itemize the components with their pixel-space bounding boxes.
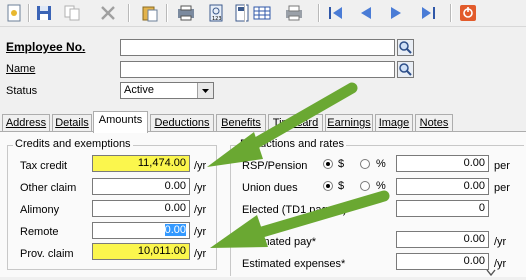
employee-no-field[interactable] bbox=[120, 39, 395, 56]
new-record-icon[interactable] bbox=[4, 3, 24, 23]
percent-label: % bbox=[376, 180, 386, 192]
credit-row-label: Other claim bbox=[20, 182, 77, 194]
rsp-field[interactable]: 0.00 bbox=[396, 155, 489, 172]
chevron-down-icon bbox=[197, 83, 213, 98]
est-exp-label: Estimated expenses* bbox=[242, 258, 346, 270]
credits-group-title: Credits and exemptions bbox=[13, 138, 133, 150]
svg-text:123: 123 bbox=[212, 16, 222, 22]
alimony-field[interactable]: 0.00 bbox=[92, 200, 190, 217]
est-pay-field[interactable]: 0.00 bbox=[396, 231, 489, 248]
dollar-label: $ bbox=[338, 180, 345, 192]
status-select[interactable]: Active bbox=[120, 82, 214, 99]
previous-record-icon[interactable] bbox=[356, 3, 376, 23]
save-icon[interactable] bbox=[34, 3, 54, 23]
elected-label: Elected (TD1 page 1) bbox=[242, 204, 347, 216]
union-label: Union dues bbox=[242, 182, 298, 194]
next-record-icon[interactable] bbox=[386, 3, 406, 23]
deductions-group-title: Deductions and rates bbox=[238, 138, 346, 150]
name-field[interactable] bbox=[120, 61, 395, 78]
calculator-icon[interactable]: 123 bbox=[206, 3, 226, 23]
toolbar: 123 bbox=[0, 0, 526, 27]
print-preview-icon[interactable] bbox=[176, 3, 196, 23]
status-label: Status bbox=[6, 85, 38, 97]
union-dollar-radio[interactable] bbox=[323, 181, 333, 191]
prov-claim-field[interactable]: 10,011.00 bbox=[92, 243, 190, 260]
elected-field[interactable]: 0 bbox=[396, 200, 489, 217]
other-claim-field[interactable]: 0.00 bbox=[92, 178, 190, 195]
remote-field[interactable]: 0.00 bbox=[92, 222, 190, 239]
union-percent-radio[interactable] bbox=[360, 181, 370, 191]
copy-icon[interactable] bbox=[62, 3, 82, 23]
exit-icon[interactable] bbox=[458, 3, 478, 23]
per-label: per bbox=[494, 160, 510, 172]
est-pay-label: Estimated pay* bbox=[242, 236, 316, 248]
est-exp-field[interactable]: 0.00 bbox=[396, 253, 489, 270]
tab-amounts[interactable]: Amounts bbox=[93, 111, 148, 133]
rsp-label: RSP/Pension bbox=[242, 160, 308, 172]
credit-row-label: Prov. claim bbox=[20, 248, 74, 260]
credit-row-label: Alimony bbox=[20, 204, 60, 216]
search-icon bbox=[399, 41, 412, 54]
tab-address[interactable]: Address bbox=[2, 114, 50, 132]
name-label: Name bbox=[6, 63, 36, 75]
paste-icon[interactable] bbox=[140, 3, 160, 23]
delete-icon[interactable] bbox=[98, 3, 118, 23]
tab-notes[interactable]: Notes bbox=[415, 114, 453, 132]
unit-label: /yr bbox=[194, 248, 207, 260]
chevron-down-icon[interactable] bbox=[486, 268, 496, 277]
unit-label: /yr bbox=[194, 160, 207, 172]
calculator-icon-2[interactable] bbox=[232, 3, 252, 23]
unit-label: /yr bbox=[194, 226, 207, 238]
tab-deductions[interactable]: Deductions bbox=[150, 114, 214, 132]
dollar-label: $ bbox=[338, 158, 345, 170]
table-icon[interactable] bbox=[252, 3, 272, 23]
employee-no-label: Employee No. bbox=[6, 40, 86, 54]
tab-timecard[interactable]: Timecard bbox=[268, 114, 323, 132]
last-record-icon[interactable] bbox=[418, 3, 438, 23]
tax-credit-field[interactable]: 11,474.00 bbox=[92, 155, 190, 172]
tab-image[interactable]: Image bbox=[375, 114, 413, 132]
credit-row-label: Remote bbox=[20, 226, 59, 238]
status-value: Active bbox=[124, 84, 154, 96]
tab-details[interactable]: Details bbox=[52, 114, 92, 132]
printer-icon[interactable] bbox=[284, 3, 304, 23]
credit-row-label: Tax credit bbox=[20, 160, 68, 172]
rsp-dollar-radio[interactable] bbox=[323, 159, 333, 169]
tab-earnings[interactable]: Earnings bbox=[325, 114, 373, 132]
name-search-button[interactable] bbox=[397, 61, 414, 78]
employee-search-button[interactable] bbox=[397, 39, 414, 56]
first-record-icon[interactable] bbox=[326, 3, 346, 23]
search-icon bbox=[399, 63, 412, 76]
percent-label: % bbox=[376, 158, 386, 170]
unit-label: /yr bbox=[194, 204, 207, 216]
rsp-percent-radio[interactable] bbox=[360, 159, 370, 169]
tab-benefits[interactable]: Benefits bbox=[216, 114, 266, 132]
yr-label: /yr bbox=[494, 236, 507, 248]
unit-label: /yr bbox=[194, 182, 207, 194]
per-label: per bbox=[494, 182, 510, 194]
union-field[interactable]: 0.00 bbox=[396, 178, 489, 195]
